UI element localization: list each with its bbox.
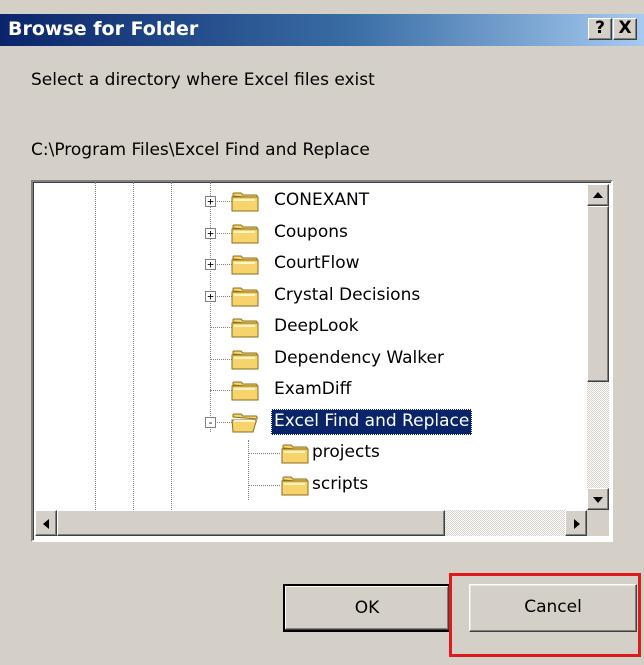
expand-icon[interactable]: + bbox=[205, 196, 216, 207]
horizontal-scroll-thumb[interactable] bbox=[57, 510, 445, 536]
tree-item-label[interactable]: CourtFlow bbox=[271, 251, 363, 277]
folder-icon bbox=[231, 255, 259, 275]
folder-icon bbox=[231, 318, 259, 338]
folder-icon bbox=[281, 444, 309, 464]
expand-icon[interactable]: + bbox=[205, 259, 216, 270]
folder-icon bbox=[231, 381, 259, 401]
tree-guide-line bbox=[210, 182, 211, 432]
close-icon: X bbox=[618, 18, 632, 38]
vertical-scrollbar[interactable] bbox=[587, 184, 609, 510]
scrollbar-corner bbox=[587, 510, 609, 536]
tree-connector bbox=[210, 390, 232, 391]
tree-item-label[interactable]: CONEXANT bbox=[271, 188, 372, 214]
tree-item-label[interactable]: projects bbox=[309, 440, 383, 466]
folder-icon bbox=[231, 192, 259, 212]
tree-guide-line bbox=[248, 440, 249, 500]
collapse-icon[interactable]: - bbox=[205, 417, 216, 428]
tree-item-label[interactable]: DeepLook bbox=[271, 314, 362, 340]
tree-connector bbox=[210, 327, 232, 328]
current-path-text: C:\Program Files\Excel Find and Replace bbox=[31, 140, 370, 160]
cancel-highlight-box bbox=[449, 573, 641, 657]
scroll-arrow-right-icon bbox=[574, 519, 580, 529]
expand-icon[interactable]: + bbox=[205, 291, 216, 302]
folder-icon bbox=[231, 224, 259, 244]
window-title: Browse for Folder bbox=[8, 18, 199, 40]
scroll-arrow-down-icon bbox=[593, 497, 603, 503]
tree-item-label[interactable]: Dependency Walker bbox=[271, 346, 447, 372]
scroll-down-button[interactable] bbox=[587, 488, 609, 510]
ok-button[interactable]: OK bbox=[283, 584, 451, 632]
folder-icon bbox=[231, 350, 259, 370]
tree-item-label[interactable]: Coupons bbox=[271, 220, 351, 246]
tree-connector bbox=[210, 359, 232, 360]
folder-tree[interactable]: + CONEXANT + Coupons + CourtFlow + Crystal Deci… bbox=[31, 180, 613, 542]
scroll-arrow-up-icon bbox=[593, 192, 603, 198]
title-bar[interactable]: Browse for Folder ? X bbox=[0, 14, 644, 46]
browse-for-folder-dialog: Browse for Folder ? X Select a directory… bbox=[0, 0, 644, 665]
help-icon: ? bbox=[595, 18, 605, 38]
horizontal-scrollbar[interactable] bbox=[35, 510, 587, 536]
close-button[interactable]: X bbox=[613, 18, 637, 40]
expand-icon[interactable]: + bbox=[205, 228, 216, 239]
tree-item-label[interactable]: Crystal Decisions bbox=[271, 283, 423, 309]
tree-guide-line bbox=[171, 182, 172, 510]
folder-icon bbox=[281, 476, 309, 496]
folder-icon bbox=[231, 413, 258, 433]
instruction-text: Select a directory where Excel files exi… bbox=[31, 70, 375, 90]
tree-item-label[interactable]: Excel Find and Replace bbox=[271, 409, 473, 435]
tree-item-label[interactable]: ExamDiff bbox=[271, 377, 354, 403]
help-button[interactable]: ? bbox=[588, 18, 612, 40]
tree-guide-line bbox=[95, 182, 96, 510]
scroll-right-button[interactable] bbox=[565, 510, 587, 536]
scroll-left-button[interactable] bbox=[35, 510, 57, 536]
vertical-scroll-thumb[interactable] bbox=[587, 206, 609, 382]
scroll-arrow-left-icon bbox=[43, 519, 49, 529]
scroll-up-button[interactable] bbox=[587, 184, 609, 206]
tree-item-label[interactable]: scripts bbox=[309, 472, 371, 498]
folder-icon bbox=[231, 287, 259, 307]
tree-guide-line bbox=[133, 182, 134, 510]
tree-connector bbox=[248, 453, 280, 454]
tree-connector bbox=[248, 485, 280, 486]
